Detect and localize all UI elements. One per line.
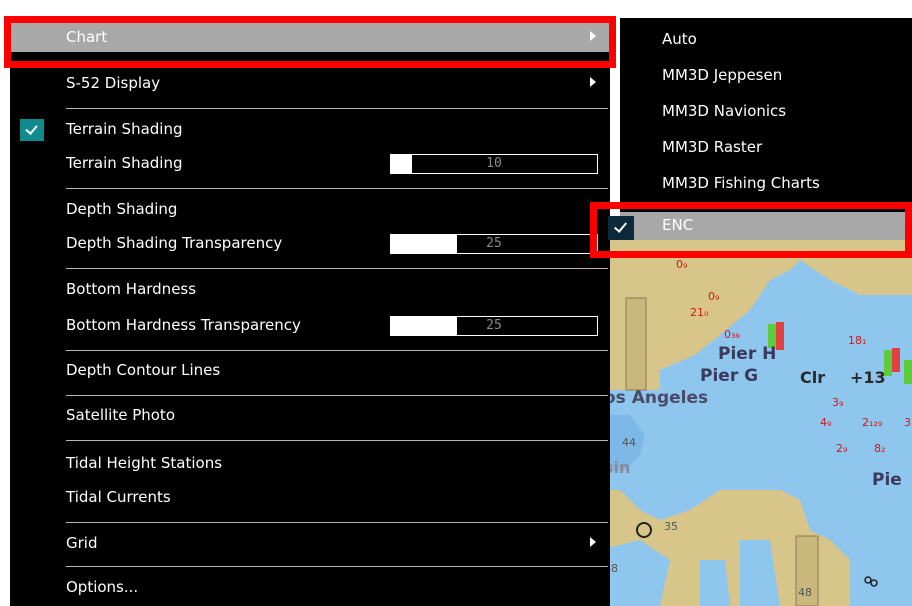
menu-divider [66, 188, 608, 189]
submenu-item-auto[interactable]: Auto [620, 24, 912, 54]
checkmark-icon [20, 119, 44, 141]
menu-item-options[interactable]: Options... [10, 572, 610, 602]
menu-divider [66, 566, 608, 567]
menu-item-bottom-hardness[interactable]: Bottom Hardness [10, 274, 610, 304]
map-label-clr: Clr [800, 368, 826, 387]
sounding: 35 [664, 520, 678, 533]
annotation-highlight-enc [590, 202, 912, 258]
menu-item-options-label: Options... [66, 578, 139, 596]
terrain-shading-slider-label: Terrain Shading [66, 154, 183, 172]
menu-item-grid[interactable]: Grid [10, 528, 610, 558]
menu-item-bottom-hardness-label: Bottom Hardness [66, 280, 197, 298]
sounding: 0₃₉ [724, 328, 740, 341]
menu-item-s52-label: S-52 Display [66, 74, 161, 92]
menu-item-depth-contour-lines-label: Depth Contour Lines [66, 361, 221, 379]
menu-item-depth-contour-lines[interactable]: Depth Contour Lines [10, 355, 610, 385]
map-label-pier-h: Pier H [718, 344, 777, 364]
annotation-highlight-chart [4, 16, 616, 68]
submenu-item-mm3d-navionics[interactable]: MM3D Navionics [620, 96, 912, 126]
chart-context-menu: Chart S-52 Display Terrain Shading Terra… [10, 16, 610, 606]
submenu-item-label: MM3D Fishing Charts [662, 174, 820, 192]
sounding: 2₁₂₉ [862, 416, 883, 429]
submenu-item-label: MM3D Navionics [662, 102, 787, 120]
sounding: 0₉ [708, 290, 720, 303]
submenu-arrow-icon [590, 537, 596, 547]
map-label-los-angeles: os Angeles [604, 388, 709, 408]
submenu-item-mm3d-jeppesen[interactable]: MM3D Jeppesen [620, 60, 912, 90]
sounding: 3 [904, 416, 911, 429]
submenu-item-label: MM3D Raster [662, 138, 763, 156]
map-label-pier: Pie [872, 470, 902, 490]
menu-item-tidal-currents-label: Tidal Currents [66, 488, 171, 506]
submenu-item-label: Auto [662, 30, 697, 48]
sounding: 48 [798, 586, 812, 599]
bottom-hardness-transparency-slider[interactable]: 25 [390, 316, 598, 336]
sounding: 8₂ [874, 442, 886, 455]
bottom-hardness-transparency-value: 25 [486, 318, 502, 333]
menu-item-terrain-shading-label: Terrain Shading [66, 120, 183, 138]
menu-item-bottom-hardness-transparency: Bottom Hardness Transparency 25 [10, 310, 610, 340]
depth-shading-transparency-value: 25 [486, 236, 502, 251]
menu-item-terrain-shading-toggle[interactable]: Terrain Shading [10, 114, 610, 144]
chart-map-view[interactable]: Pier H Pier G Clr +13 os Angeles sin Pie… [600, 240, 912, 606]
menu-divider [66, 440, 608, 441]
menu-divider [66, 522, 608, 523]
depth-shading-transparency-slider[interactable]: 25 [390, 234, 598, 254]
sounding: 44 [622, 436, 636, 449]
menu-divider [66, 350, 608, 351]
menu-item-s52-display[interactable]: S-52 Display [10, 68, 610, 98]
depth-shading-transparency-label: Depth Shading Transparency [66, 234, 283, 252]
sounding: 21₀ [690, 306, 709, 319]
menu-divider [66, 395, 608, 396]
menu-divider [66, 268, 608, 269]
sounding: 2₉ [836, 442, 848, 455]
menu-item-satellite-photo[interactable]: Satellite Photo [10, 400, 610, 430]
map-label-plus13: +13 [850, 368, 886, 387]
menu-item-depth-shading-label: Depth Shading [66, 200, 178, 218]
submenu-item-label: MM3D Jeppesen [662, 66, 783, 84]
menu-item-tidal-height-stations-label: Tidal Height Stations [66, 454, 223, 472]
submenu-item-mm3d-fishing-charts[interactable]: MM3D Fishing Charts [620, 168, 912, 198]
sounding: 18₁ [848, 334, 867, 347]
menu-item-terrain-shading-slider: Terrain Shading 10 [10, 148, 610, 178]
terrain-shading-value: 10 [486, 156, 502, 171]
menu-item-tidal-currents[interactable]: Tidal Currents [10, 482, 610, 512]
submenu-arrow-icon [590, 77, 596, 87]
submenu-item-mm3d-raster[interactable]: MM3D Raster [620, 132, 912, 162]
map-label-pier-g: Pier G [700, 366, 759, 386]
menu-divider [66, 108, 608, 109]
menu-item-tidal-height-stations[interactable]: Tidal Height Stations [10, 448, 610, 478]
bottom-hardness-transparency-label: Bottom Hardness Transparency [66, 316, 301, 334]
menu-item-depth-shading[interactable]: Depth Shading [10, 194, 610, 224]
sounding: 0₉ [676, 258, 688, 271]
sounding: 3₉ [832, 396, 844, 409]
menu-item-satellite-photo-label: Satellite Photo [66, 406, 175, 424]
terrain-shading-slider[interactable]: 10 [390, 154, 598, 174]
menu-item-grid-label: Grid [66, 534, 98, 552]
sounding: 4₉ [820, 416, 832, 429]
menu-item-depth-shading-transparency: Depth Shading Transparency 25 [10, 228, 610, 258]
